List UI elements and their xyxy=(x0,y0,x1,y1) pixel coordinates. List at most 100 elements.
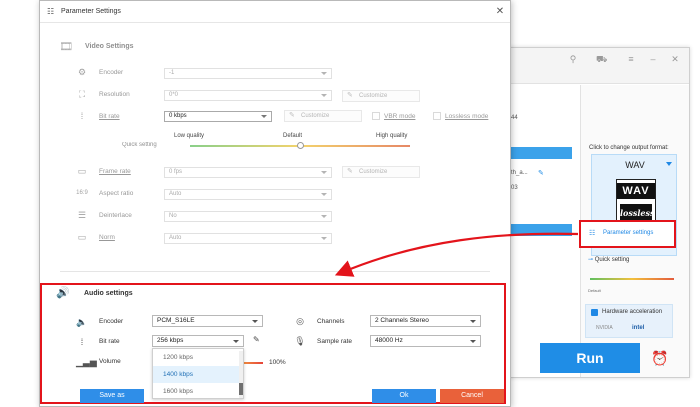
ok-button[interactable]: Ok xyxy=(372,389,436,403)
channels-select[interactable]: 2 Channels Stereo xyxy=(370,315,481,327)
nvidia-logo: NVIDIA xyxy=(596,325,613,331)
resolution-customize-button[interactable]: ✎ Customize xyxy=(342,90,420,102)
sample-rate-value: 48000 Hz xyxy=(375,337,403,344)
quick-setting-label: Quick setting xyxy=(594,257,630,263)
pencil-icon[interactable]: ✎ xyxy=(253,335,260,344)
audio-bitrate-value: 256 kbps xyxy=(157,337,184,344)
parameter-settings-label: Parameter settings xyxy=(603,230,654,236)
audio-settings-icon: 🔊 xyxy=(56,287,70,299)
bitrate-option[interactable]: 1200 kbps xyxy=(153,349,239,366)
frame-rate-select[interactable]: 0 fps xyxy=(164,167,332,178)
list-item-selected-bar xyxy=(506,147,572,159)
deinterlace-icon: ☰ xyxy=(77,210,87,220)
quick-setting-knob[interactable] xyxy=(296,142,304,149)
frame-rate-value: 0 fps xyxy=(169,169,183,175)
norm-label: Norm xyxy=(99,234,115,241)
edit-icon[interactable]: ✎ xyxy=(538,169,544,177)
vbr-mode-label: VBR mode xyxy=(384,113,416,120)
chevron-down-icon[interactable] xyxy=(666,162,672,166)
volume-label: Volume xyxy=(99,358,121,365)
dialog-title: Parameter Settings xyxy=(61,8,121,15)
quick-setting-slider[interactable] xyxy=(590,278,674,280)
hardware-acceleration-checkbox[interactable] xyxy=(591,309,598,316)
wav-badge: WAV xyxy=(617,183,655,199)
volume-value: 100% xyxy=(269,359,286,366)
hardware-acceleration-box: Hardware acceleration NVIDIA intel xyxy=(585,304,673,338)
pin-icon[interactable]: ⚲ xyxy=(568,54,578,64)
resolution-customize-label: Customize xyxy=(359,93,388,99)
encoder-icon: ⚙ xyxy=(77,67,87,77)
speaker-icon: 🔈 xyxy=(76,317,88,327)
volume-icon: ▁▃▅ xyxy=(76,357,97,367)
deinterlace-label: Deinterlace xyxy=(99,212,132,219)
quick-setting: ⊸ Quick setting xyxy=(588,256,678,263)
frame-rate-customize-button[interactable]: ✎ Customize xyxy=(342,166,420,178)
intel-logo: intel xyxy=(632,325,645,331)
video-settings-title: Video Settings xyxy=(85,43,134,50)
pencil-icon: ✎ xyxy=(289,112,295,119)
video-bitrate-select[interactable]: 0 kbps xyxy=(164,111,272,122)
audio-bitrate-select[interactable]: 256 kbps xyxy=(152,335,244,347)
aspect-ratio-value: Auto xyxy=(169,191,182,197)
bitrate-option[interactable]: 1600 kbps xyxy=(153,383,239,398)
pencil-icon: ✎ xyxy=(347,92,353,99)
audio-encoder-value: PCM_S16LE xyxy=(157,317,195,324)
monitor-icon: ▭ xyxy=(77,232,87,242)
deinterlace-select[interactable]: No xyxy=(164,211,332,222)
channels-label: Channels xyxy=(317,318,345,325)
channels-icon: ◎ xyxy=(296,316,304,326)
format-caption: Click to change output format: xyxy=(589,145,669,151)
sliders-icon: ☷ xyxy=(589,230,596,237)
quick-default-label: Default xyxy=(283,133,303,139)
video-settings-lower: ▭ Frame rate 0 fps ✎ Customize 16:9 Aspec… xyxy=(41,161,510,249)
run-button[interactable]: Run xyxy=(540,343,640,373)
audio-settings-highlight: 🔊 Audio settings 🔈 Encoder PCM_S16LE ◎ C… xyxy=(40,283,506,404)
aspect-ratio-select[interactable]: Auto xyxy=(164,189,332,200)
bitrate-dropdown-list: 1200 kbps 1400 kbps 1600 kbps xyxy=(152,348,244,399)
audio-encoder-select[interactable]: PCM_S16LE xyxy=(152,315,263,327)
bitrate-option-highlighted[interactable]: 1400 kbps xyxy=(153,366,239,383)
close-icon[interactable]: ✕ xyxy=(670,54,680,64)
background-toolbar: ⚲ ⛟ ≡ – ✕ xyxy=(506,48,689,84)
norm-select[interactable]: Auto xyxy=(164,233,332,244)
lossless-mode-label: Lossless mode xyxy=(445,113,489,120)
bitrate-customize-button[interactable]: ✎ Customize xyxy=(284,110,362,122)
audio-settings-title: Audio settings xyxy=(84,290,133,297)
lossless-mode-checkbox[interactable] xyxy=(433,112,441,120)
video-bitrate-label: Bit rate xyxy=(99,113,120,120)
video-encoder-select[interactable]: -1 xyxy=(164,68,332,79)
video-settings-icon: 🎞 xyxy=(59,41,73,53)
resolution-value: 0*0 xyxy=(169,92,179,98)
quick-setting-label: Quick setting xyxy=(122,142,157,148)
norm-value: Auto xyxy=(169,235,182,241)
quick-high-label: High quality xyxy=(376,133,408,139)
cart-icon[interactable]: ⛟ xyxy=(596,54,607,64)
settings-sliders-icon: ☷ xyxy=(47,7,55,16)
file-list: 44 th_a... ✎ 03 xyxy=(506,85,572,377)
minimize-icon[interactable]: – xyxy=(648,54,658,64)
sample-rate-label: Sample rate xyxy=(317,338,353,345)
audio-encoder-label: Encoder xyxy=(99,318,124,325)
menu-icon[interactable]: ≡ xyxy=(626,54,636,64)
dropdown-scrollbar-thumb[interactable] xyxy=(239,383,243,395)
parameter-settings-highlight: ☷ Parameter settings xyxy=(579,220,676,248)
quick-setting-default: Default xyxy=(588,288,601,293)
resolution-icon: ⛶ xyxy=(78,89,86,99)
close-button[interactable]: ✕ xyxy=(494,5,506,19)
save-as-button[interactable]: Save as xyxy=(80,389,144,403)
audio-settings-panel: 🔊 Audio settings 🔈 Encoder PCM_S16LE ◎ C… xyxy=(42,285,504,403)
vbr-mode-checkbox[interactable] xyxy=(372,112,380,120)
cancel-button[interactable]: Cancel xyxy=(440,389,504,403)
list-item: 44 xyxy=(511,115,518,121)
alarm-clock-icon[interactable]: ⏰ xyxy=(650,348,670,368)
section-divider xyxy=(60,271,490,272)
quick-setting-icon: ⊸ xyxy=(588,257,595,263)
aspect-ratio-label: Aspect ratio xyxy=(99,190,134,197)
frame-rate-label: Frame rate xyxy=(99,168,131,175)
sample-rate-select[interactable]: 48000 Hz xyxy=(370,335,481,347)
aspect-ratio-icon: 16:9 xyxy=(76,190,88,196)
frame-rate-icon: ▭ xyxy=(77,166,87,176)
resolution-select[interactable]: 0*0 xyxy=(164,90,332,101)
video-encoder-label: Encoder xyxy=(99,69,124,76)
audio-bitrate-icon: ⁞ xyxy=(80,337,84,347)
